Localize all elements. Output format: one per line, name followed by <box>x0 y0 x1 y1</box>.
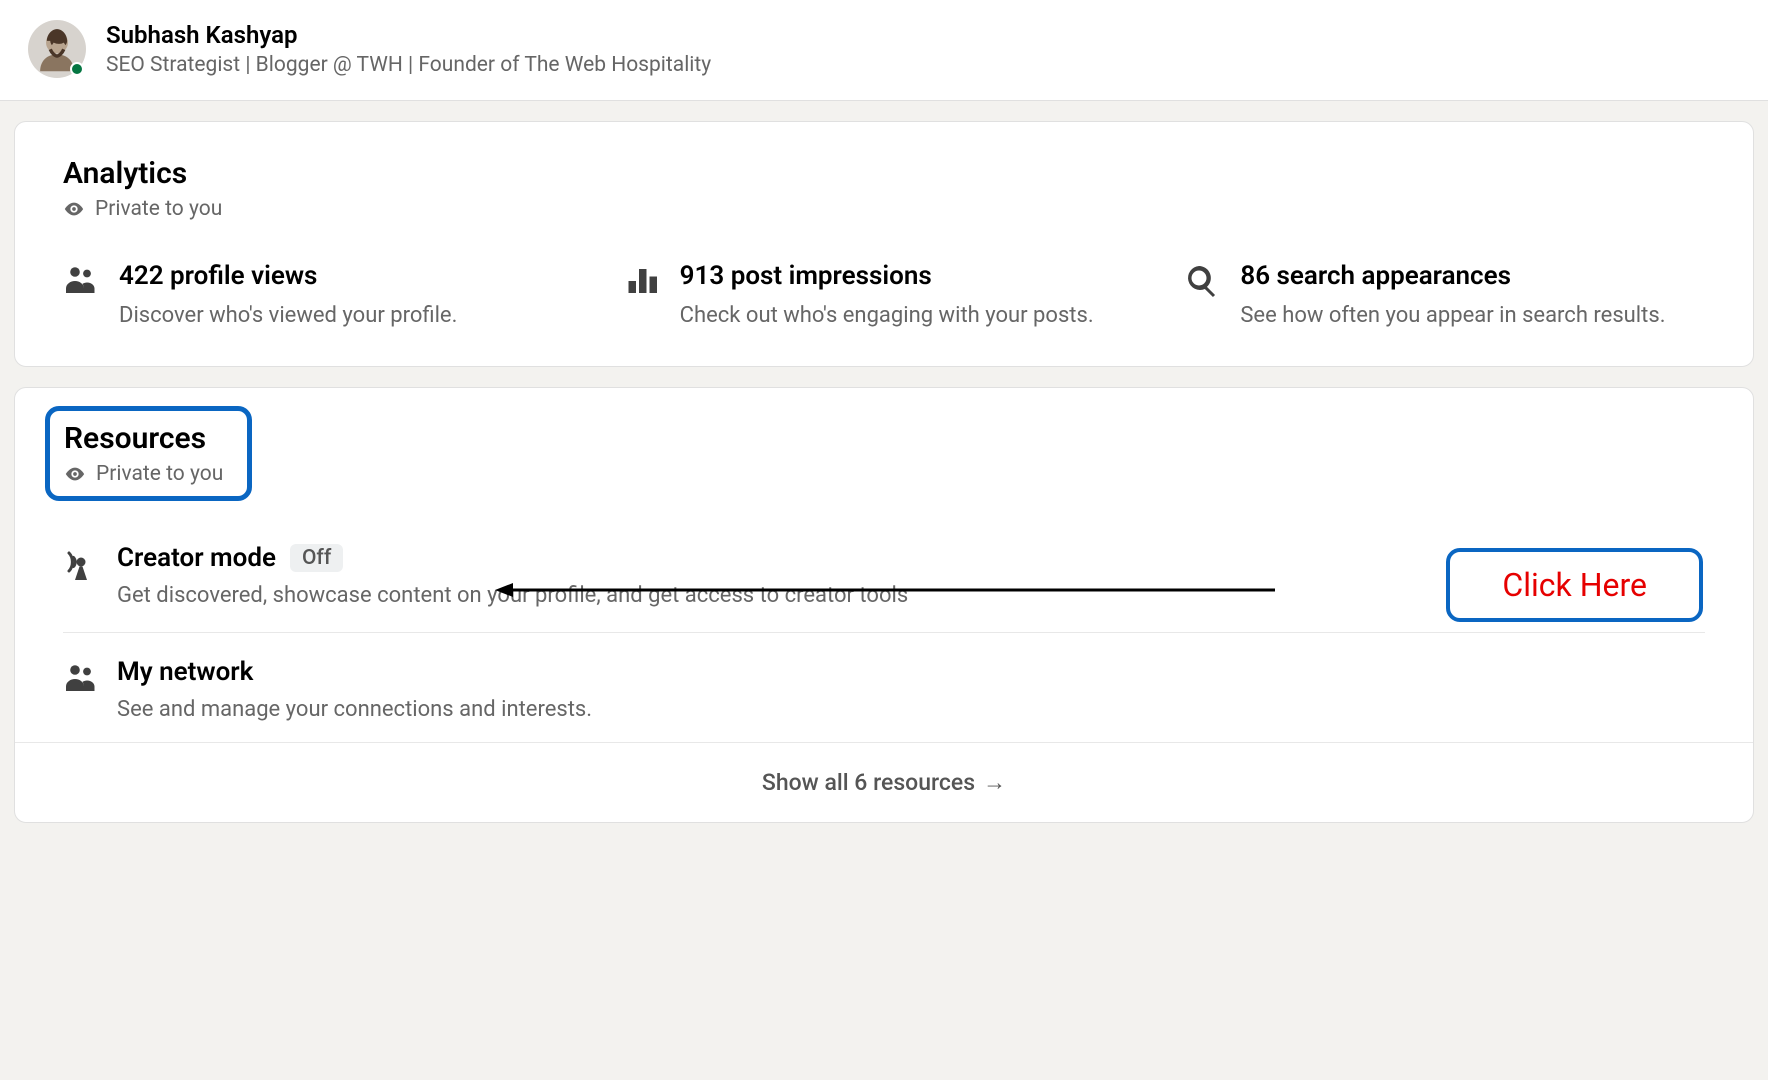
stat-desc: See how often you appear in search resul… <box>1240 301 1665 332</box>
resource-title-label: My network <box>117 657 253 687</box>
stat-desc: Discover who's viewed your profile. <box>119 301 457 332</box>
resources-card: Resources Private to you Click Here Crea… <box>14 387 1754 823</box>
resources-highlight-box: Resources Private to you <box>45 406 252 501</box>
stat-profile-views[interactable]: 422 profile views Discover who's viewed … <box>63 261 584 332</box>
analytics-card: Analytics Private to you 422 profile vie… <box>14 121 1754 367</box>
resource-title-label: Creator mode <box>117 543 276 573</box>
search-icon <box>1184 263 1220 299</box>
stat-title: 422 profile views <box>119 261 457 291</box>
show-all-label: Show all 6 resources <box>762 769 975 796</box>
annotation-arrow <box>495 580 1275 600</box>
stat-post-impressions[interactable]: 913 post impressions Check out who's eng… <box>624 261 1145 332</box>
show-all-resources[interactable]: Show all 6 resources → <box>15 742 1753 822</box>
click-here-callout: Click Here <box>1446 548 1703 622</box>
broadcast-icon <box>63 547 99 583</box>
resources-private-row: Private to you <box>64 462 223 486</box>
avatar[interactable] <box>28 20 86 78</box>
arrow-right-icon: → <box>983 769 1006 796</box>
resource-desc: See and manage your connections and inte… <box>117 697 592 722</box>
resources-private-label: Private to you <box>96 462 223 486</box>
stat-title: 86 search appearances <box>1240 261 1665 291</box>
stat-title: 913 post impressions <box>680 261 1094 291</box>
creator-mode-badge: Off <box>290 544 343 572</box>
profile-name[interactable]: Subhash Kashyap <box>106 21 711 50</box>
presence-indicator <box>70 62 84 76</box>
resource-my-network[interactable]: My network See and manage your connectio… <box>63 633 1705 732</box>
analytics-private-label: Private to you <box>95 197 222 221</box>
people-icon <box>63 263 99 299</box>
analytics-title: Analytics <box>63 156 1705 191</box>
click-here-label: Click Here <box>1502 566 1647 604</box>
eye-icon <box>64 463 86 485</box>
stat-search-appearances[interactable]: 86 search appearances See how often you … <box>1184 261 1705 332</box>
profile-header: Subhash Kashyap SEO Strategist | Blogger… <box>0 0 1768 101</box>
profile-headline: SEO Strategist | Blogger @ TWH | Founder… <box>106 53 711 77</box>
bar-chart-icon <box>624 263 660 299</box>
people-icon <box>63 661 99 697</box>
stat-desc: Check out who's engaging with your posts… <box>680 301 1094 332</box>
resources-title: Resources <box>64 421 223 456</box>
eye-icon <box>63 198 85 220</box>
analytics-private-row: Private to you <box>63 197 1705 221</box>
